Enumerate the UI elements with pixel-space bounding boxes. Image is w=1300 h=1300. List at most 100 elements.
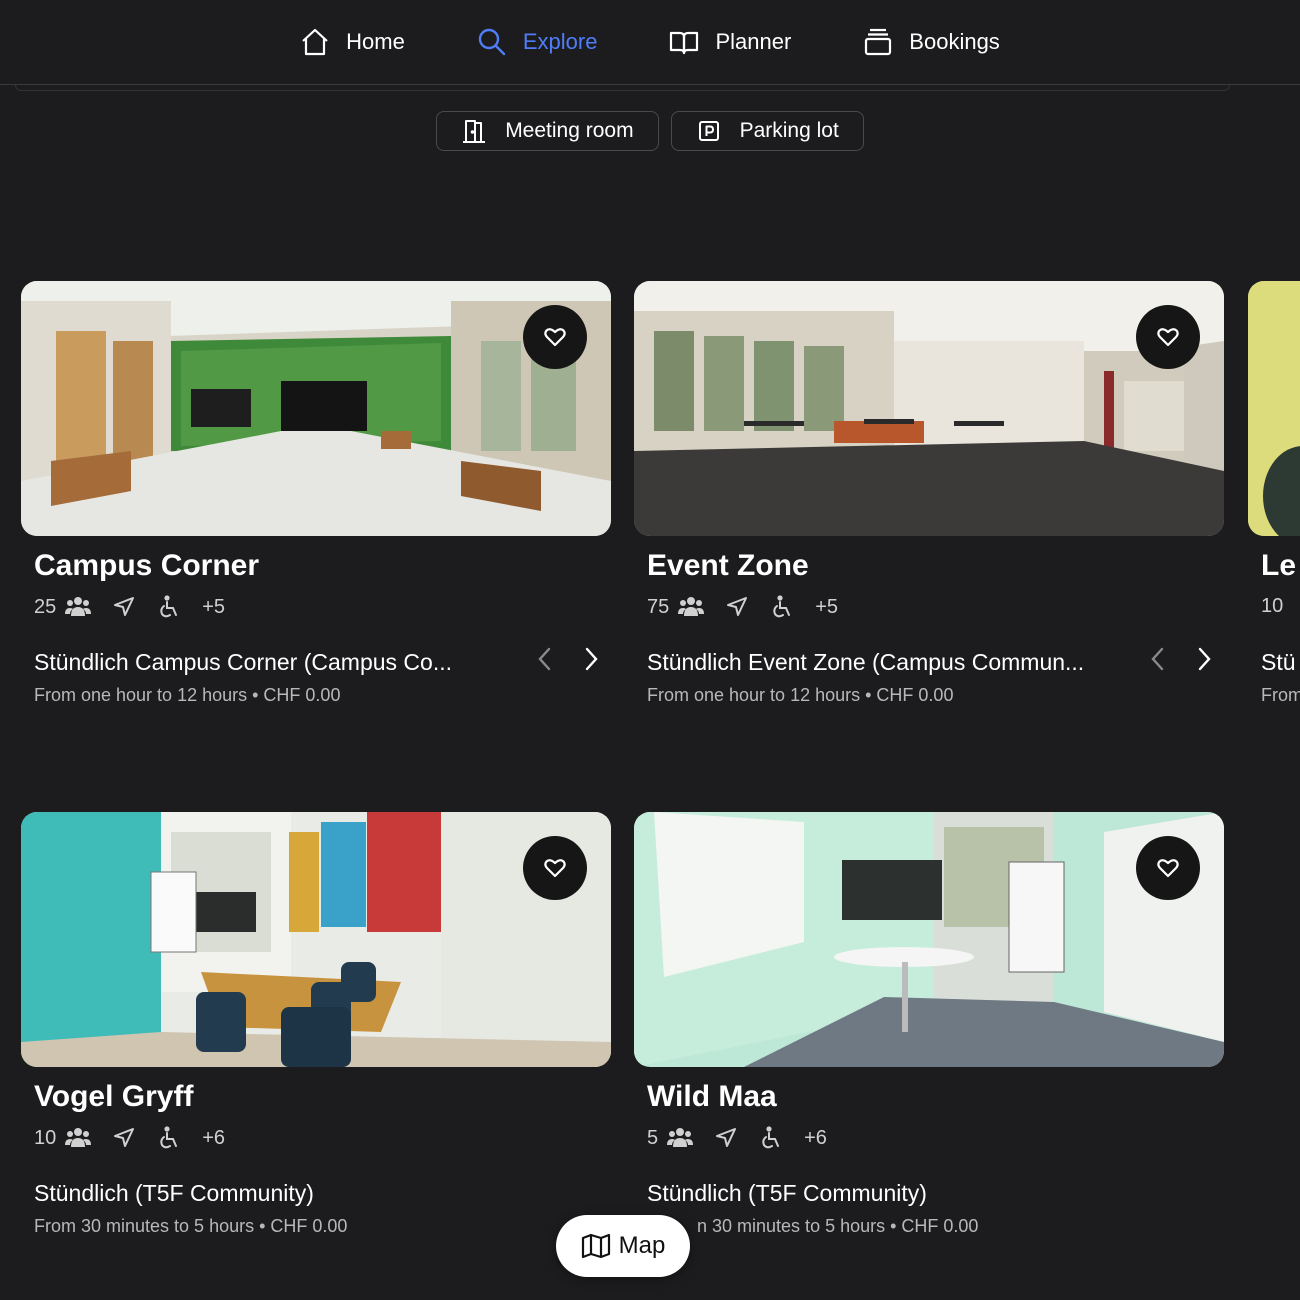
room-card-campus-corner[interactable]: Campus Corner 25 +5 Stündlich Campus Cor…: [21, 281, 611, 705]
room-photo-image: [1248, 281, 1300, 536]
door-icon: [463, 120, 486, 143]
chevron-left-icon: [538, 647, 551, 671]
room-card-event-zone[interactable]: Event Zone 75 +5 Stündlich Event Zone (C…: [634, 281, 1224, 705]
rate-carousel-controls: [1144, 643, 1218, 675]
nav-home-label: Home: [346, 29, 405, 54]
chevron-right-icon: [585, 647, 598, 671]
people-icon: [678, 597, 705, 616]
parking-icon: [698, 121, 719, 141]
map-button[interactable]: Map: [556, 1215, 690, 1277]
search-panel-edge: [15, 85, 1230, 91]
favorite-button[interactable]: [1136, 305, 1200, 369]
nav-bookings[interactable]: Bookings: [827, 0, 1036, 85]
capacity: 25: [34, 595, 92, 619]
rate-name: Stündlich (T5F Community): [34, 1180, 314, 1206]
room-title: Campus Corner: [34, 549, 260, 582]
nav-bookings-label: Bookings: [909, 29, 1000, 54]
favorite-button[interactable]: [523, 305, 587, 369]
location-arrow-icon: [114, 597, 135, 616]
accessible-icon: [160, 595, 178, 618]
nav-planner-label: Planner: [715, 29, 792, 54]
capacity-value: 10: [34, 1126, 57, 1149]
capacity-value: 5: [647, 1126, 659, 1149]
room-features: 10 +6: [34, 1126, 225, 1150]
room-photo-image: [634, 812, 1224, 1067]
rate-details: n 30 minutes to 5 hours • CHF 0.00: [697, 1216, 979, 1236]
rate-carousel-controls: [531, 643, 605, 675]
rate-prev-button[interactable]: [531, 643, 559, 675]
chevron-right-icon: [1198, 647, 1211, 671]
favorite-button[interactable]: [523, 836, 587, 900]
room-photo-image: [21, 281, 611, 536]
room-card-partial[interactable]: Le 10 Stü From: [1248, 281, 1300, 721]
people-icon: [65, 597, 92, 616]
heart-icon: [1157, 859, 1179, 878]
rate-prev-button[interactable]: [1144, 643, 1172, 675]
location-arrow-icon: [727, 597, 748, 616]
room-features: 10: [1261, 595, 1283, 618]
room-title: Vogel Gryff: [34, 1080, 194, 1113]
location-arrow-icon: [114, 1128, 135, 1147]
room-features: 75 +5: [647, 595, 838, 619]
room-title: Wild Maa: [647, 1080, 777, 1113]
rate-details: From 30 minutes to 5 hours • CHF 0.00: [34, 1216, 348, 1236]
heart-icon: [544, 328, 566, 347]
map-button-label: Map: [618, 1232, 666, 1259]
room-card-wild-maa[interactable]: Wild Maa 5 +6 Stündlich (T5F Community) …: [634, 812, 1224, 1236]
extra-features-count: +5: [202, 595, 226, 618]
room-features: 25 +5: [34, 595, 225, 619]
nav-explore-label: Explore: [522, 29, 598, 54]
accessible-icon: [773, 595, 791, 618]
extra-features-count: +6: [202, 1126, 226, 1149]
rate-details: From: [1261, 685, 1300, 705]
room-photo-image: [21, 812, 611, 1067]
rate-next-button[interactable]: [1190, 643, 1218, 675]
map-icon: [581, 1233, 610, 1259]
capacity-value: 25: [34, 595, 57, 618]
location-arrow-icon: [716, 1128, 737, 1147]
room-photo[interactable]: [634, 281, 1224, 536]
rate-name: Stündlich (T5F Community): [647, 1180, 927, 1206]
stack-icon: [865, 28, 892, 56]
explore-page: Home Explore Planner Bookings Meeting ro…: [0, 0, 1300, 1300]
rate-name: Stündlich Campus Corner (Campus Co...: [34, 649, 452, 675]
capacity: 10: [34, 1126, 92, 1150]
search-icon: [478, 28, 506, 56]
accessible-icon: [160, 1126, 178, 1149]
top-navigation: Home Explore Planner Bookings: [0, 0, 1300, 85]
accessible-icon: [762, 1126, 780, 1149]
filter-chips: Meeting room Parking lot: [0, 111, 1300, 151]
extra-features-count: +5: [815, 595, 839, 618]
capacity: 5: [647, 1126, 694, 1150]
extra-features-count: +6: [804, 1126, 827, 1149]
room-title: Event Zone: [647, 549, 809, 582]
room-photo-image: [634, 281, 1224, 536]
room-card-vogel-gryff[interactable]: Vogel Gryff 10 +6 Stündlich (T5F Communi…: [21, 812, 611, 1236]
rate-details: From one hour to 12 hours • CHF 0.00: [647, 685, 954, 705]
people-icon: [667, 1128, 694, 1147]
nav-planner[interactable]: Planner: [633, 0, 827, 85]
nav-explore[interactable]: Explore: [441, 0, 634, 85]
room-photo[interactable]: [634, 812, 1224, 1067]
rate-next-button[interactable]: [577, 643, 605, 675]
rate-name: Stündlich Event Zone (Campus Commun...: [647, 649, 1085, 675]
room-photo[interactable]: [21, 281, 611, 536]
room-features: 5 +6: [647, 1126, 827, 1150]
filter-meeting-room-label: Meeting room: [505, 119, 634, 142]
favorite-button[interactable]: [1136, 836, 1200, 900]
room-photo[interactable]: [1248, 281, 1300, 536]
rate-details: From one hour to 12 hours • CHF 0.00: [34, 685, 341, 705]
filter-parking-lot-label: Parking lot: [739, 119, 839, 142]
room-title: Le: [1261, 549, 1297, 582]
filter-meeting-room[interactable]: Meeting room: [436, 111, 659, 151]
people-icon: [65, 1128, 92, 1147]
home-icon: [302, 28, 328, 56]
chevron-left-icon: [1151, 647, 1164, 671]
nav-home[interactable]: Home: [264, 0, 441, 85]
rate-name: Stü: [1261, 649, 1296, 675]
capacity-value: 10: [1261, 595, 1284, 617]
filter-parking-lot[interactable]: Parking lot: [670, 111, 864, 151]
capacity-value: 75: [647, 595, 670, 618]
room-photo[interactable]: [21, 812, 611, 1067]
book-icon: [670, 31, 699, 55]
